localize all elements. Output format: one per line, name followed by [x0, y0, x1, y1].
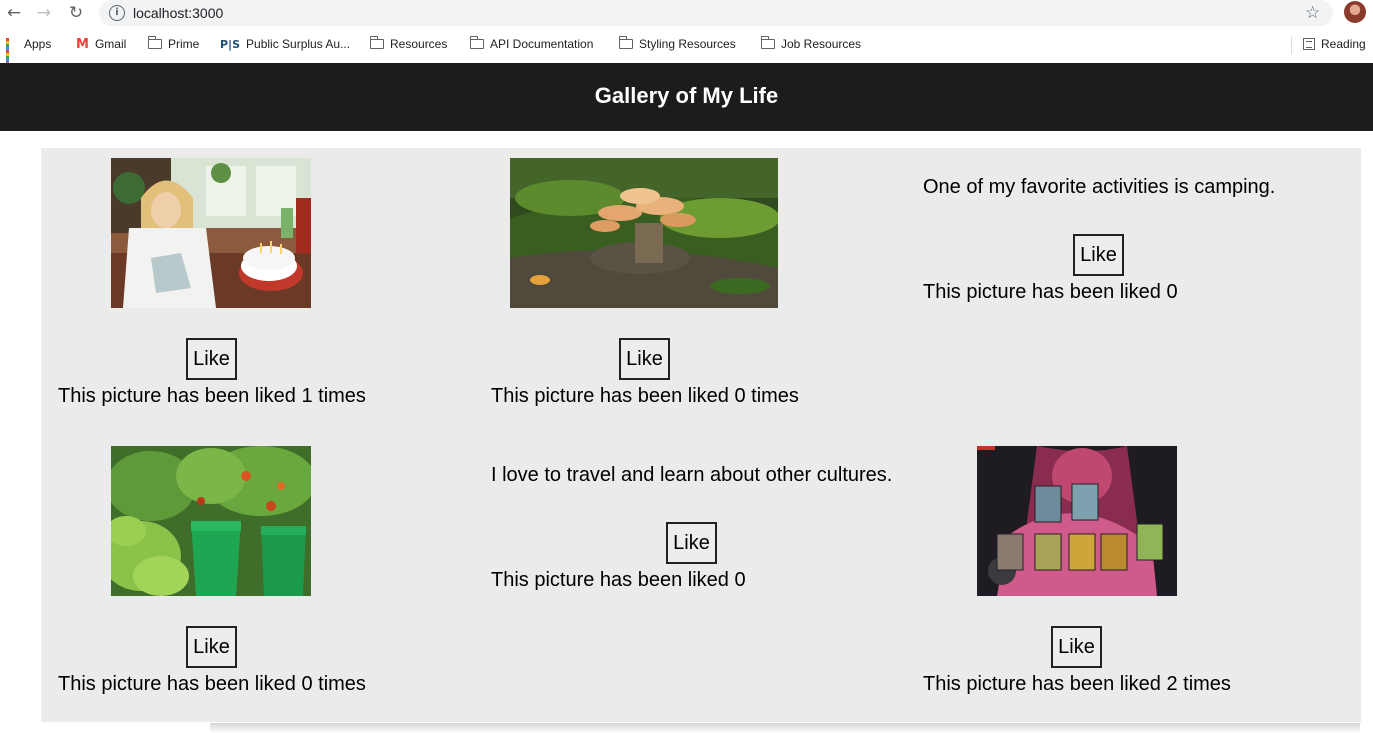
bookmark-prime[interactable]: Prime — [147, 32, 200, 56]
bookmark-star-icon[interactable]: ☆ — [1305, 3, 1320, 23]
bookmark-label: Apps — [24, 37, 52, 51]
folder-icon — [147, 36, 162, 49]
folder-icon — [369, 36, 384, 49]
like-button[interactable]: Like — [1051, 626, 1102, 668]
site-info-icon[interactable]: i — [109, 5, 125, 21]
bookmark-apps[interactable]: Apps — [6, 32, 52, 65]
apps-grid-icon — [6, 38, 18, 65]
like-button[interactable]: Like — [666, 522, 717, 564]
back-arrow-icon[interactable]: ← — [4, 3, 24, 23]
public-surplus-icon: P|S — [220, 37, 241, 51]
bookmark-styling-resources[interactable]: Styling Resources — [618, 32, 736, 56]
bookmark-label: Styling Resources — [639, 37, 736, 51]
card-description: I love to travel and learn about other c… — [491, 464, 893, 486]
bookmark-api-documentation[interactable]: API Documentation — [469, 32, 594, 56]
bookmark-label: Public Surplus Au... — [246, 37, 351, 51]
bookmarks-divider — [1291, 36, 1292, 54]
bookmark-job-resources[interactable]: Job Resources — [760, 32, 862, 56]
bookmark-public-surplus[interactable]: P|S Public Surplus Au... — [220, 32, 350, 56]
folder-icon — [618, 36, 633, 49]
like-button[interactable]: Like — [186, 338, 237, 380]
bookmark-resources[interactable]: Resources — [369, 32, 448, 56]
profile-avatar[interactable] — [1344, 1, 1366, 23]
folder-icon — [760, 36, 775, 49]
birthday-cake-photo — [111, 158, 311, 308]
bookmark-label: Gmail — [94, 37, 127, 51]
bookmark-label: API Documentation — [490, 37, 594, 51]
reading-list-icon — [1303, 38, 1315, 50]
pepper-plants-photo — [111, 446, 311, 596]
trading-cards-photo-image — [977, 446, 1177, 596]
bookmark-label: Job Resources — [781, 37, 862, 51]
like-count-text: This picture has been liked 1 times — [58, 385, 366, 407]
bookmark-label: Prime — [168, 37, 200, 51]
bookmark-label: Resources — [390, 37, 448, 51]
browser-toolbar: ← → ↻ i localhost:3000 ☆ — [0, 0, 1373, 27]
gallery-shadow — [210, 723, 1360, 733]
address-bar[interactable]: i localhost:3000 — [99, 0, 1333, 26]
like-count-text: This picture has been liked 2 times — [923, 673, 1231, 695]
url-text[interactable]: localhost:3000 — [133, 5, 223, 21]
bookmark-gmail[interactable]: M Gmail — [76, 32, 126, 56]
pepper-plants-photo-image — [111, 446, 311, 596]
card-description: One of my favorite activities is camping… — [923, 176, 1276, 198]
forward-arrow-icon[interactable]: → — [34, 3, 54, 23]
like-count-text: This picture has been liked 0 times — [58, 673, 366, 695]
like-count-text: This picture has been liked 0 — [491, 569, 746, 591]
app-header: Gallery of My Life — [0, 63, 1373, 131]
reading-list-button[interactable]: Reading — [1303, 32, 1366, 56]
like-count-text: This picture has been liked 0 times — [491, 385, 799, 407]
like-button[interactable]: Like — [619, 338, 670, 380]
folder-icon — [469, 36, 484, 49]
like-count-text: This picture has been liked 0 — [923, 281, 1178, 303]
trading-cards-photo — [977, 446, 1177, 596]
page-title: Gallery of My Life — [594, 83, 779, 108]
birthday-cake-photo-image — [111, 158, 311, 308]
mushroom-log-photo — [510, 158, 778, 308]
reload-icon[interactable]: ↻ — [66, 3, 86, 23]
gmail-icon: M — [76, 36, 89, 52]
mushroom-log-photo-image — [510, 158, 778, 308]
bookmark-label: Reading — [1321, 37, 1366, 51]
bookmarks-bar: Apps M Gmail Prime P|S Public Surplus Au… — [0, 32, 1373, 65]
like-button[interactable]: Like — [186, 626, 237, 668]
like-button[interactable]: Like — [1073, 234, 1124, 276]
